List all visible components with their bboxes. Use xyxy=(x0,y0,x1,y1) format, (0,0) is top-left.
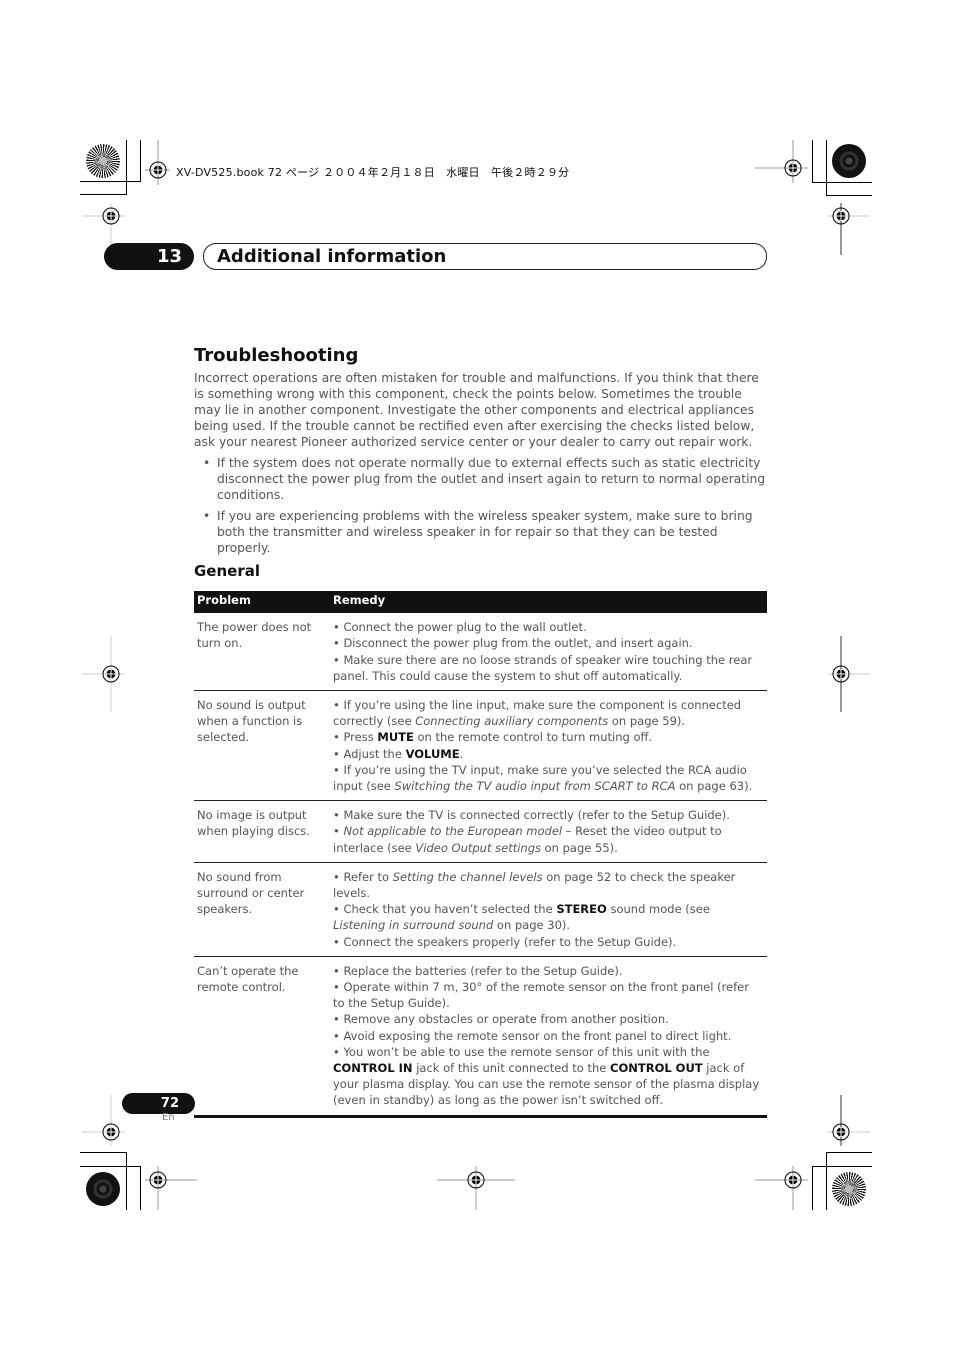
table-row: No image is output when playing discs. • … xyxy=(194,800,767,863)
page-number: 72 xyxy=(122,1093,195,1114)
remedy-text: • Make sure there are no loose strands o… xyxy=(333,652,753,683)
table-row: No sound from surround or center speaker… xyxy=(194,862,767,957)
problem-cell: No sound is output when a function is se… xyxy=(194,690,330,802)
remedy-item: • You won’t be able to use the remote se… xyxy=(333,1044,764,1109)
table-row: The power does not turn on. • Connect the… xyxy=(194,613,767,692)
remedy-item: • Avoid exposing the remote sensor on th… xyxy=(333,1028,764,1044)
remedy-text: . xyxy=(459,746,464,761)
cross-reference-text: Connecting auxiliary components xyxy=(415,714,609,729)
remedy-text: • Refer to xyxy=(333,869,393,884)
section-title: General xyxy=(194,562,260,580)
remedy-text: on the remote control to turn muting off… xyxy=(413,730,653,745)
remedy-item: • Connect the power plug to the wall out… xyxy=(333,619,764,635)
remedy-item: • Disconnect the power plug from the out… xyxy=(333,635,764,651)
remedy-cell: • Replace the batteries (refer to the Se… xyxy=(330,956,767,1118)
remedy-text: • Remove any obstacles or operate from a… xyxy=(333,1012,669,1027)
remedy-item: • Not applicable to the European model –… xyxy=(333,823,764,855)
column-header-problem: Problem xyxy=(194,591,330,614)
remedy-text: sound mode (see xyxy=(606,902,710,917)
print-slug: XV-DV525.book 72 ページ ２００４年２月１８日 水曜日 午後２時… xyxy=(176,166,570,179)
cross-reference-text: Video Output settings xyxy=(415,840,541,855)
remedy-item: • Make sure there are no loose strands o… xyxy=(333,652,764,684)
remedy-text: • Press xyxy=(333,730,378,745)
remedy-text: on page 55). xyxy=(540,840,618,855)
remedy-item: • Connect the speakers properly (refer t… xyxy=(333,934,764,950)
list-item: If you are experiencing problems with th… xyxy=(194,508,768,556)
remedy-item: • Remove any obstacles or operate from a… xyxy=(333,1011,764,1027)
remedy-cell: • Refer to Setting the channel levels on… xyxy=(330,862,767,957)
remedy-text: • xyxy=(333,824,344,839)
problem-cell: No sound from surround or center speaker… xyxy=(194,862,330,957)
button-name-text: STEREO xyxy=(556,902,607,917)
remedy-text: • You won’t be able to use the remote se… xyxy=(333,1044,710,1059)
problem-cell: The power does not turn on. xyxy=(194,613,330,692)
page-language: En xyxy=(162,1112,175,1123)
chapter-title: Additional information xyxy=(203,243,767,270)
list-item: If the system does not operate normally … xyxy=(194,455,768,503)
problem-cell: Can’t operate the remote control. xyxy=(194,956,330,1118)
remedy-cell: • If you’re using the line input, make s… xyxy=(330,690,767,802)
cross-reference-text: Listening in surround sound xyxy=(333,918,494,933)
table-row: No sound is output when a function is se… xyxy=(194,690,767,802)
remedy-text: • Avoid exposing the remote sensor on th… xyxy=(333,1028,732,1043)
remedy-text: jack of this unit connected to the xyxy=(412,1061,611,1076)
remedy-text: • Make sure the TV is connected correctl… xyxy=(333,808,730,823)
button-name-text: CONTROL IN xyxy=(333,1061,413,1076)
remedy-item: • Replace the batteries (refer to the Se… xyxy=(333,963,764,979)
remedy-item: • Operate within 7 m, 30° of the remote … xyxy=(333,979,764,1011)
remedy-item: • Adjust the VOLUME. xyxy=(333,746,764,762)
remedy-item: • Press MUTE on the remote control to tu… xyxy=(333,729,764,745)
remedy-item: • Make sure the TV is connected correctl… xyxy=(333,807,764,823)
remedy-text: on page 59). xyxy=(608,714,686,729)
remedy-cell: • Make sure the TV is connected correctl… xyxy=(330,800,767,863)
button-name-text: VOLUME xyxy=(405,746,460,761)
remedy-text: on page 63). xyxy=(675,779,753,794)
notes-list: If the system does not operate normally … xyxy=(194,455,768,561)
remedy-text: • Connect the speakers properly (refer t… xyxy=(333,934,677,949)
remedy-text: • Connect the power plug to the wall out… xyxy=(333,620,587,635)
troubleshooting-table: Problem Remedy The power does not turn o… xyxy=(194,591,767,1118)
remedy-text: on page 30). xyxy=(493,918,571,933)
cross-reference-text: Switching the TV audio input from SCART … xyxy=(394,779,676,794)
remedy-cell: • Connect the power plug to the wall out… xyxy=(330,613,767,692)
table-row: Can’t operate the remote control. • Repla… xyxy=(194,956,767,1118)
remedy-text: • Operate within 7 m, 30° of the remote … xyxy=(333,980,749,1011)
remedy-text: • Replace the batteries (refer to the Se… xyxy=(333,963,623,978)
remedy-item: • Check that you haven’t selected the ST… xyxy=(333,901,764,933)
remedy-text: • Adjust the xyxy=(333,746,406,761)
cross-reference-text: Setting the channel levels xyxy=(392,869,543,884)
column-header-remedy: Remedy xyxy=(330,591,767,614)
button-name-text: MUTE xyxy=(377,730,414,745)
page-title: Troubleshooting xyxy=(194,345,359,366)
problem-cell: No image is output when playing discs. xyxy=(194,800,330,863)
remedy-text: • Disconnect the power plug from the out… xyxy=(333,636,693,651)
remedy-text: • Check that you haven’t selected the xyxy=(333,902,557,917)
chapter-number: 13 xyxy=(104,243,194,270)
remedy-item: • Refer to Setting the channel levels on… xyxy=(333,869,764,901)
remedy-item: • If you’re using the line input, make s… xyxy=(333,697,764,729)
table-header-row: Problem Remedy xyxy=(194,591,767,614)
remedy-item: • If you’re using the TV input, make sur… xyxy=(333,762,764,794)
intro-paragraph: Incorrect operations are often mistaken … xyxy=(194,371,759,449)
cross-reference-text: Not applicable to the European model xyxy=(343,824,563,839)
button-name-text: CONTROL OUT xyxy=(610,1061,703,1076)
